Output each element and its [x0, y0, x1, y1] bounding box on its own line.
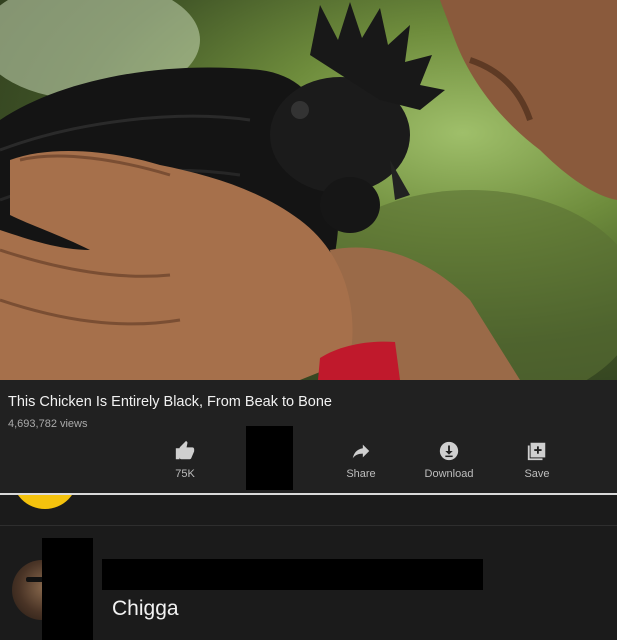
- channel-avatar[interactable]: [12, 495, 78, 509]
- comments-section: Chigga: [0, 495, 617, 640]
- save-button[interactable]: Save: [502, 440, 572, 480]
- thumbs-up-icon: [175, 440, 195, 460]
- video-thumbnail[interactable]: [0, 0, 617, 380]
- redaction-box: [246, 426, 293, 490]
- view-count: 4,693,782 views: [8, 418, 88, 430]
- save-icon: [527, 442, 546, 461]
- share-icon: [352, 444, 370, 459]
- share-label: Share: [346, 468, 376, 480]
- video-info-panel: This Chicken Is Entirely Black, From Bea…: [0, 380, 617, 494]
- like-button[interactable]: 75K: [150, 440, 220, 480]
- comment-text: Chigga: [112, 597, 179, 620]
- divider: [0, 525, 617, 526]
- black-rooster-photo: [0, 0, 617, 380]
- like-count: 75K: [175, 468, 195, 480]
- download-button[interactable]: Download: [414, 440, 484, 480]
- redacted-username: [102, 559, 483, 590]
- share-button[interactable]: Share: [326, 440, 396, 480]
- save-label: Save: [524, 468, 550, 480]
- video-title[interactable]: This Chicken Is Entirely Black, From Bea…: [8, 394, 332, 410]
- download-icon: [439, 441, 459, 461]
- redaction-box: [42, 538, 93, 640]
- download-label: Download: [424, 468, 474, 480]
